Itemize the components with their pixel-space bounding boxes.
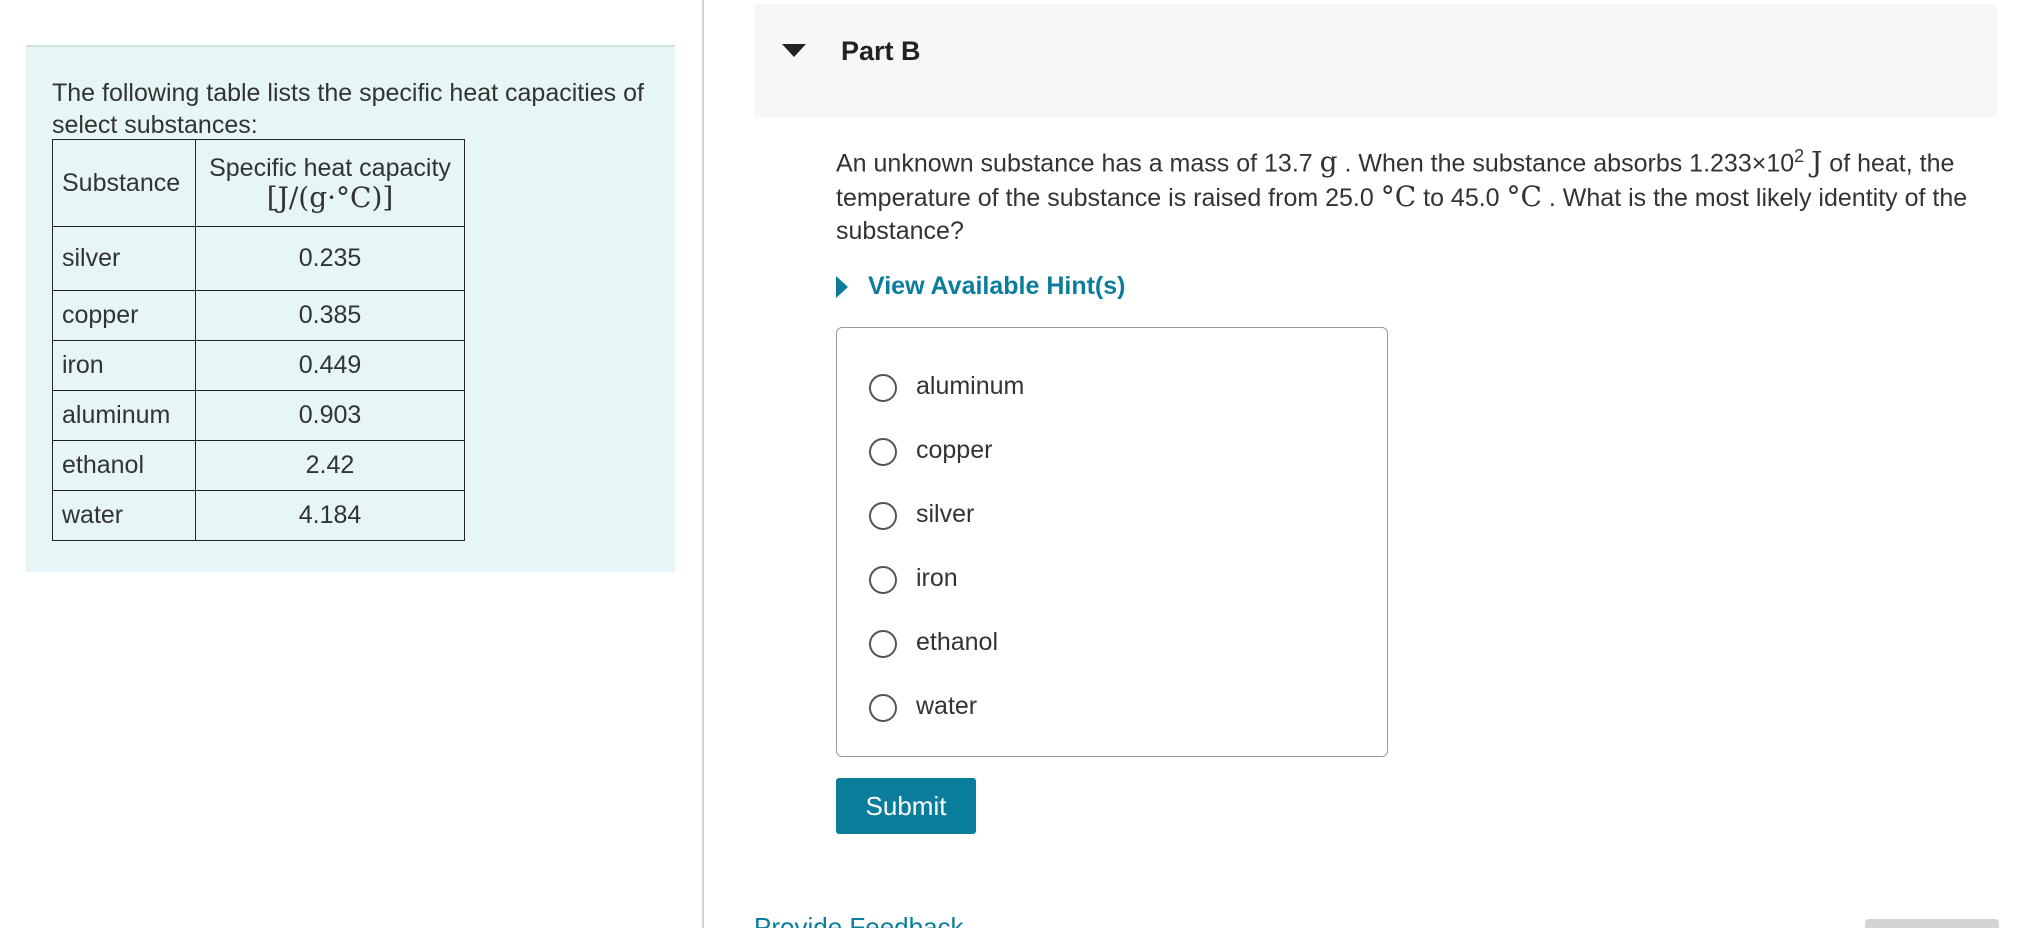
radio-button[interactable] [869, 630, 897, 658]
question-segment: An unknown substance has a mass of 13.7 [836, 149, 1320, 178]
header-substance: Substance [52, 139, 196, 227]
question-segment: . When the substance absorbs 1.233×10 [1337, 149, 1795, 178]
value-cell: 0.449 [195, 340, 465, 391]
heat-capacity-table: Substance Specific heat capacity [J/(g·°… [52, 139, 465, 541]
radio-button[interactable] [869, 438, 897, 466]
substance-cell: iron [52, 340, 196, 391]
value-cell: 2.42 [195, 440, 465, 491]
exponent: 2 [1794, 146, 1805, 166]
choice-label[interactable]: water [916, 692, 977, 721]
question-segment: to 45.0 [1416, 184, 1507, 213]
header-unit: [J/(g·°C)] [266, 181, 394, 214]
value-cell: 4.184 [195, 490, 465, 541]
choice-label[interactable]: aluminum [916, 372, 1024, 401]
value-cell: 0.385 [195, 290, 465, 341]
table-row: aluminum 0.903 [52, 390, 465, 441]
caret-right-icon[interactable] [836, 276, 848, 298]
choice-label[interactable]: silver [916, 500, 974, 529]
left-pane: The following table lists the specific h… [0, 0, 702, 928]
header-specific-heat: Specific heat capacity [J/(g·°C)] [195, 139, 465, 227]
answer-choices: aluminum copper silver iron ethanol wate… [836, 327, 1388, 757]
view-hints-link[interactable]: View Available Hint(s) [868, 272, 1125, 301]
table-row: iron 0.449 [52, 340, 465, 391]
table-row: copper 0.385 [52, 290, 465, 341]
table-row: ethanol 2.42 [52, 440, 465, 491]
intro-text: The following table lists the specific h… [52, 79, 644, 139]
value-cell: 0.903 [195, 390, 465, 441]
info-box: The following table lists the specific h… [26, 45, 675, 572]
pane-divider[interactable] [702, 0, 704, 928]
part-title: Part B [841, 36, 921, 66]
next-button[interactable] [1865, 919, 1999, 928]
table-header-row: Substance Specific heat capacity [J/(g·°… [52, 139, 465, 227]
unit-joules: J [1811, 145, 1823, 179]
choice-label[interactable]: copper [916, 436, 992, 465]
table-row: silver 0.235 [52, 226, 465, 291]
substance-cell: copper [52, 290, 196, 341]
radio-button[interactable] [869, 566, 897, 594]
choice-label[interactable]: iron [916, 564, 958, 593]
substance-cell: ethanol [52, 440, 196, 491]
radio-button[interactable] [869, 694, 897, 722]
radio-button[interactable] [869, 502, 897, 530]
substance-cell: silver [52, 226, 196, 291]
unit-celsius: °C [1506, 180, 1542, 214]
substance-cell: water [52, 490, 196, 541]
substance-cell: aluminum [52, 390, 196, 441]
choice-label[interactable]: ethanol [916, 628, 998, 657]
part-header[interactable]: Part B [754, 4, 1997, 117]
question-text: An unknown substance has a mass of 13.7 … [836, 140, 1996, 248]
unit-celsius: °C [1380, 180, 1417, 214]
unit-grams: g [1319, 145, 1338, 179]
radio-button[interactable] [869, 374, 897, 402]
provide-feedback-link[interactable]: Provide Feedback [754, 912, 964, 928]
submit-button[interactable]: Submit [836, 778, 976, 834]
table-row: water 4.184 [52, 490, 465, 541]
value-cell: 0.235 [195, 226, 465, 291]
caret-down-icon[interactable] [782, 44, 806, 57]
header-specific-heat-label: Specific heat capacity [209, 154, 451, 182]
